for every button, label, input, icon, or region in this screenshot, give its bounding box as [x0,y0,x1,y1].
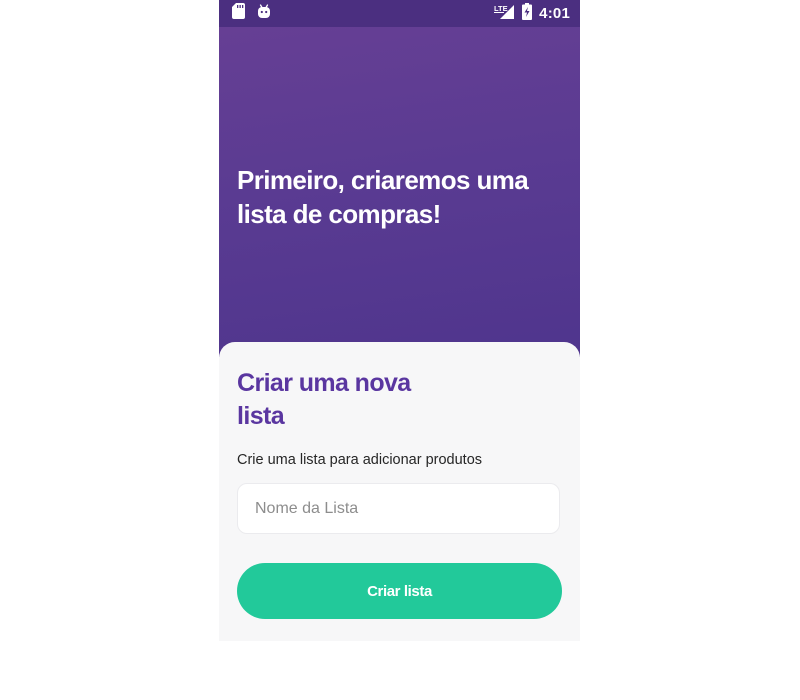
create-list-card: Criar uma nova lista Crie uma lista para… [219,342,580,641]
status-bar-left-icons [232,3,271,24]
sd-card-icon [232,3,245,24]
battery-charging-icon [522,2,533,25]
status-bar: LTE 4:01 [219,0,580,27]
hero-banner: Primeiro, criaremos uma lista de compras… [219,27,580,357]
hero-title: Primeiro, criaremos uma lista de compras… [237,165,529,229]
network-type-label: LTE [494,4,508,13]
list-name-input[interactable] [237,483,560,534]
create-list-button[interactable]: Criar lista [237,563,562,619]
card-subtitle: Crie uma lista para adicionar produtos [237,452,483,468]
phone-screen: LTE 4:01 Primeiro, criaremos uma lista d… [219,0,580,641]
card-title: Criar uma nova lista [237,369,411,430]
android-icon [257,3,271,24]
status-bar-clock: 4:01 [539,5,570,22]
signal-icon: LTE [494,3,515,25]
status-bar-right-icons: LTE 4:01 [494,2,570,25]
